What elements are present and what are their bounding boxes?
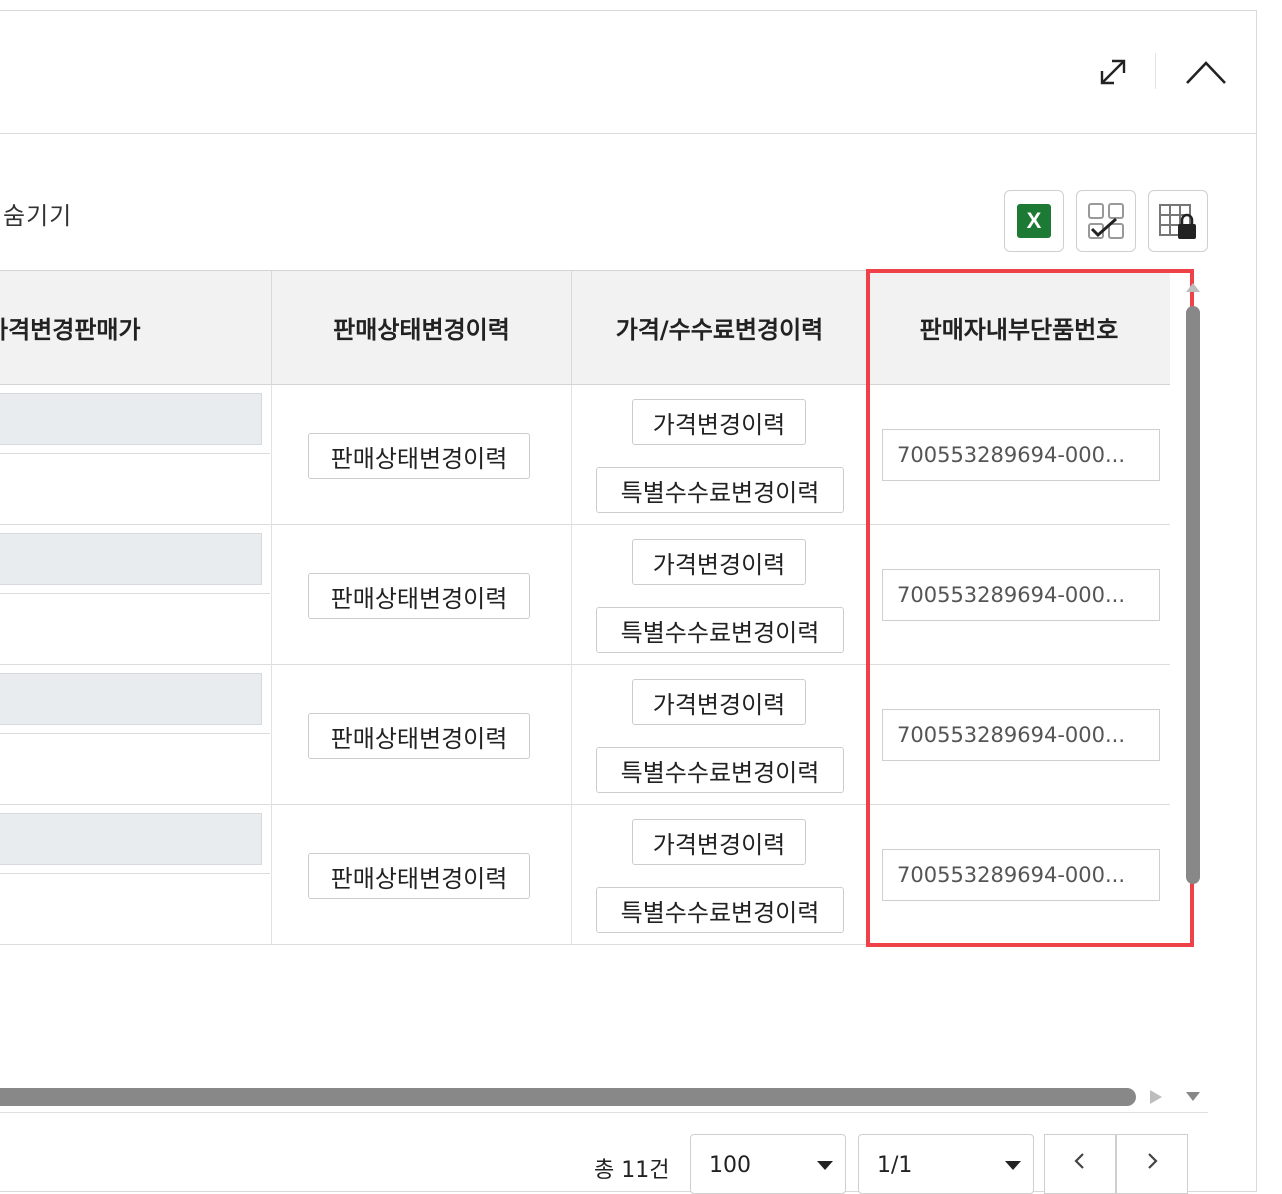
- column-divider: [571, 665, 572, 805]
- table-row: 판매상태변경이력 가격변경이력 특별수수료변경이력 700553289694-0…: [0, 385, 1170, 525]
- row-subdivider: [0, 593, 270, 594]
- price-input[interactable]: [0, 533, 262, 585]
- column-header-seller-item-no[interactable]: 판매자내부단품번호: [868, 271, 1170, 385]
- column-header-status-history[interactable]: 판매상태변경이력: [272, 271, 572, 385]
- status-history-button[interactable]: 판매상태변경이력: [308, 573, 530, 619]
- expand-icon[interactable]: [1098, 57, 1128, 87]
- column-header-price-change[interactable]: 가격변경판매가: [0, 271, 272, 385]
- page-size-select[interactable]: 100: [690, 1134, 846, 1194]
- seller-item-no-field[interactable]: 700553289694-000...: [882, 569, 1160, 621]
- page-size-value: 100: [709, 1153, 751, 1178]
- price-history-button[interactable]: 가격변경이력: [632, 399, 806, 445]
- column-header-label: 가격/수수료변경이력: [615, 316, 824, 344]
- fee-history-button[interactable]: 특별수수료변경이력: [596, 747, 844, 793]
- next-page-icon: [1148, 1153, 1158, 1169]
- column-divider: [271, 525, 272, 665]
- price-input[interactable]: [0, 813, 262, 865]
- table-row: 판매상태변경이력 가격변경이력 특별수수료변경이력 700553289694-0…: [0, 805, 1170, 945]
- fee-history-button[interactable]: 특별수수료변경이력: [596, 467, 844, 513]
- status-history-button[interactable]: 판매상태변경이력: [308, 713, 530, 759]
- seller-item-no-field[interactable]: 700553289694-000...: [882, 849, 1160, 901]
- column-header-label: 가격변경판매가: [0, 316, 141, 344]
- horizontal-scrollbar-thumb[interactable]: [0, 1088, 1136, 1106]
- prev-page-icon: [1074, 1153, 1084, 1169]
- column-divider: [867, 385, 868, 525]
- column-select-button[interactable]: [1076, 190, 1136, 252]
- row-subdivider: [0, 733, 270, 734]
- column-divider: [271, 665, 272, 805]
- seller-item-no-field[interactable]: 700553289694-000...: [882, 429, 1160, 481]
- panel-header: [0, 11, 1256, 134]
- header-divider: [1155, 53, 1156, 89]
- table-row: 판매상태변경이력 가격변경이력 특별수수료변경이력 700553289694-0…: [0, 665, 1170, 805]
- data-grid: 가격변경판매가 판매상태변경이력 가격/수수료변경이력 판매자내부단품번호 판매…: [0, 270, 1170, 947]
- next-page-button[interactable]: [1116, 1134, 1188, 1194]
- collapse-chevron-icon[interactable]: [1184, 57, 1228, 87]
- table-row: 판매상태변경이력 가격변경이력 특별수수료변경이력 700553289694-0…: [0, 525, 1170, 665]
- column-divider: [867, 665, 868, 805]
- excel-icon: X: [1017, 204, 1051, 238]
- column-lock-icon: [1159, 204, 1196, 239]
- scroll-up-arrow-icon[interactable]: [1184, 280, 1202, 294]
- status-history-button[interactable]: 판매상태변경이력: [308, 433, 530, 479]
- seller-item-no-field[interactable]: 700553289694-000...: [882, 709, 1160, 761]
- fee-history-button[interactable]: 특별수수료변경이력: [596, 887, 844, 933]
- status-history-button[interactable]: 판매상태변경이력: [308, 853, 530, 899]
- chevron-down-icon: [817, 1161, 833, 1170]
- page-select[interactable]: 1/1: [858, 1134, 1034, 1194]
- page-value: 1/1: [877, 1153, 913, 1178]
- column-header-label: 판매상태변경이력: [333, 316, 510, 344]
- prev-page-button[interactable]: [1044, 1134, 1116, 1194]
- total-count: 총 11건: [594, 1158, 670, 1183]
- column-divider: [571, 805, 572, 945]
- price-history-button[interactable]: 가격변경이력: [632, 539, 806, 585]
- row-subdivider: [0, 873, 270, 874]
- column-divider: [867, 525, 868, 665]
- scroll-right-arrow-icon[interactable]: [1148, 1088, 1164, 1106]
- column-divider: [271, 805, 272, 945]
- footer-divider: [0, 1112, 1208, 1113]
- row-subdivider: [0, 453, 270, 454]
- column-header-price-fee-history[interactable]: 가격/수수료변경이력: [572, 271, 868, 385]
- column-divider: [571, 525, 572, 665]
- vertical-scrollbar-thumb[interactable]: [1186, 306, 1200, 884]
- column-header-label: 판매자내부단품번호: [919, 316, 1119, 344]
- column-select-icon: [1088, 203, 1124, 239]
- chevron-down-icon: [1005, 1161, 1021, 1170]
- excel-download-button[interactable]: X: [1004, 190, 1064, 252]
- price-history-button[interactable]: 가격변경이력: [632, 679, 806, 725]
- column-lock-button[interactable]: [1148, 190, 1208, 252]
- column-divider: [271, 385, 272, 525]
- scroll-down-arrow-icon[interactable]: [1184, 1090, 1202, 1104]
- price-input[interactable]: [0, 393, 262, 445]
- hide-columns-label[interactable]: 숨기기: [3, 196, 72, 231]
- fee-history-button[interactable]: 특별수수료변경이력: [596, 607, 844, 653]
- price-input[interactable]: [0, 673, 262, 725]
- column-divider: [867, 805, 868, 945]
- price-history-button[interactable]: 가격변경이력: [632, 819, 806, 865]
- column-divider: [571, 385, 572, 525]
